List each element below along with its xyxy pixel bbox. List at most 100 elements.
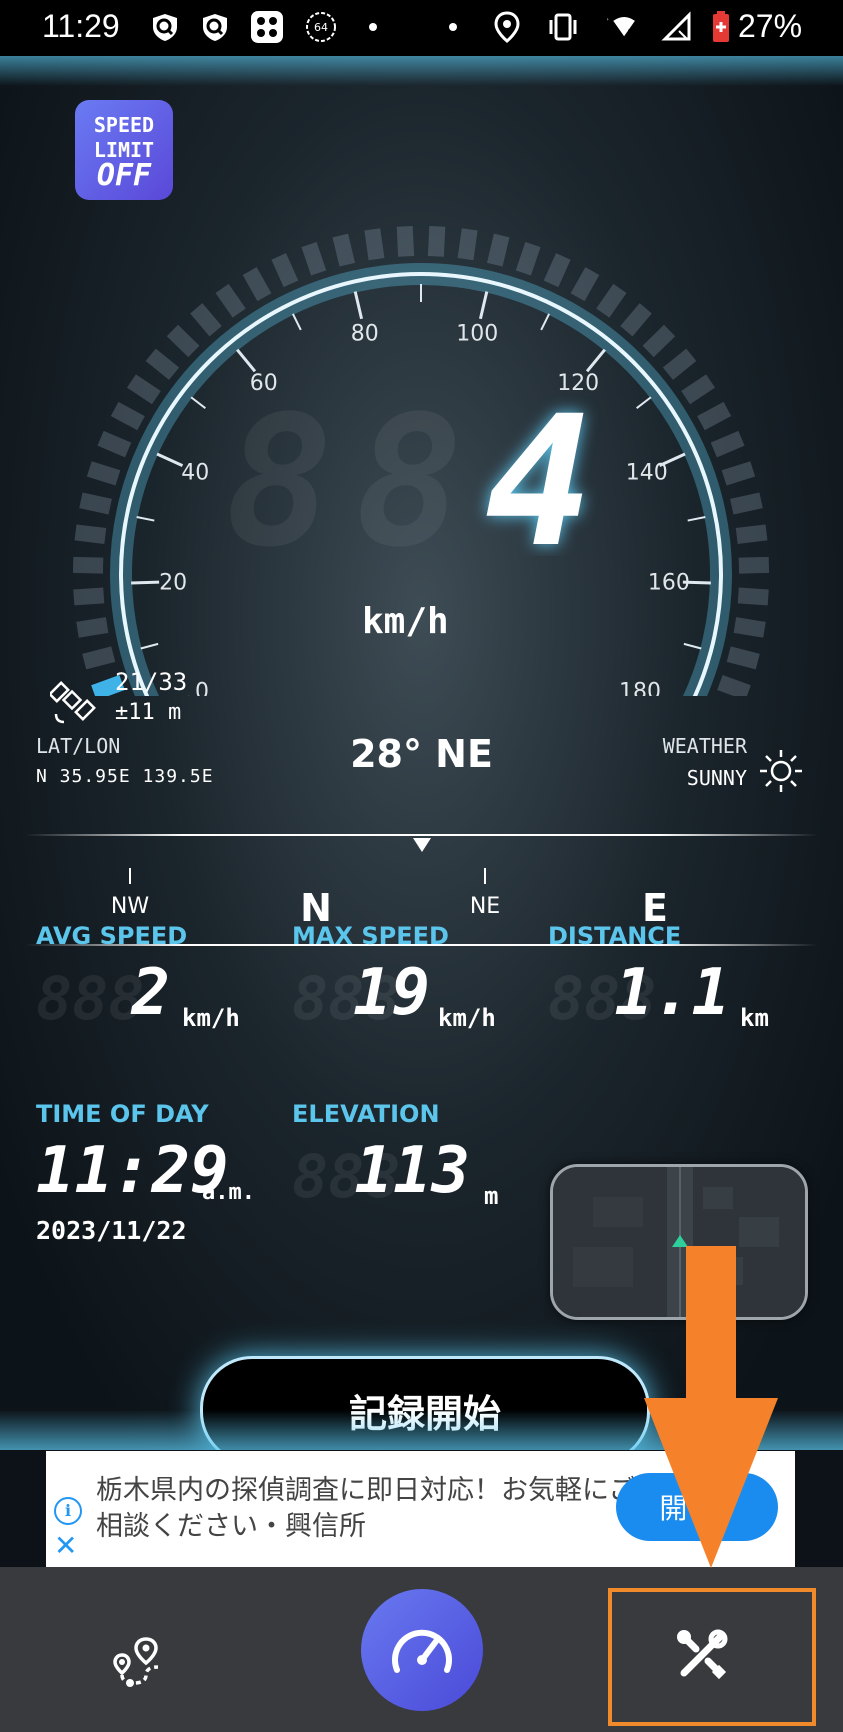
date-value: 2023/11/22: [36, 1216, 187, 1245]
gauge-tick: [156, 452, 184, 467]
dot-icon: [356, 10, 390, 44]
compass-tick: [129, 868, 131, 884]
speed-64-icon: 64: [304, 10, 338, 44]
current-speed-value: 4: [485, 396, 593, 556]
gauge-segment: [662, 348, 697, 380]
avg-speed-value: 2: [131, 956, 170, 1030]
gauge-tick-label: 100: [456, 321, 498, 346]
gauge-tick: [140, 642, 159, 650]
max-speed-label: MAX SPEED: [292, 922, 449, 950]
gauge-segment: [735, 524, 768, 544]
gauge-tick-label: 40: [181, 460, 209, 485]
satellite-count: 21/33: [115, 668, 188, 696]
gauge-segment: [166, 324, 200, 358]
gauge-segment: [301, 241, 327, 276]
battery-icon: [704, 10, 738, 44]
gauge-segment: [271, 253, 299, 288]
signal-icon: [660, 10, 694, 44]
battery-percent: 27%: [738, 8, 803, 44]
gauge-tick: [236, 348, 257, 373]
gauge-segment: [737, 587, 769, 606]
gauge-tick-label: 0: [195, 679, 209, 696]
max-speed-unit: km/h: [438, 1004, 496, 1032]
gauge-tick: [353, 291, 364, 320]
elevation-label: ELEVATION: [292, 1100, 440, 1128]
time-of-day-unit: a.m.: [202, 1180, 255, 1205]
gauge-segment: [364, 228, 385, 261]
elevation-unit: m: [484, 1182, 499, 1210]
gauge-tick: [683, 642, 702, 650]
gauge-tick: [478, 291, 489, 320]
gauge-segment: [710, 430, 745, 458]
wifi-icon: 5: [604, 10, 638, 44]
gauge-segment: [721, 461, 756, 486]
gauge-tick-label: 140: [626, 460, 668, 485]
svg-text:64: 64: [314, 21, 328, 34]
gauge-segment: [738, 556, 770, 574]
speed-unit: km/h: [362, 601, 449, 642]
dot-icon: [436, 10, 470, 44]
gauge-tick-label: 120: [557, 371, 599, 396]
gauge-segment: [145, 348, 180, 380]
speed-ghost-digit: 8: [225, 396, 333, 556]
distance-unit: km: [740, 1004, 769, 1032]
compass-tick: [484, 868, 486, 884]
gauge-segment: [697, 401, 732, 431]
gauge-segment: [82, 646, 116, 670]
ad-close-icon[interactable]: ✕: [54, 1529, 77, 1562]
gauge-segment: [427, 226, 446, 257]
speed-ghost-digit: 8: [355, 396, 463, 556]
gauge-tick-label: 180: [619, 679, 661, 696]
gauge-segment: [97, 430, 132, 458]
gauge-segment: [215, 283, 246, 318]
gauge-tick-label: 60: [250, 371, 278, 396]
start-recording-button[interactable]: 記録開始: [200, 1356, 650, 1450]
gauge-tick: [636, 396, 652, 410]
gauge-tick: [291, 313, 302, 331]
gauge-segment: [73, 587, 105, 606]
gauge-tick-label: 20: [159, 571, 187, 596]
status-bar: 11:29 64 5 27%: [0, 0, 843, 56]
ad-info-icon[interactable]: i: [54, 1497, 82, 1525]
compass-label-ne: NE: [469, 894, 501, 919]
avg-speed-unit: km/h: [182, 1004, 240, 1032]
distance-label: DISTANCE: [548, 922, 682, 950]
gauge-segment: [570, 267, 600, 302]
gauge-segment: [515, 241, 541, 276]
status-time: 11:29: [42, 8, 120, 44]
gauge-tick: [540, 313, 551, 331]
time-of-day-label: TIME OF DAY: [36, 1100, 209, 1128]
shield-search-icon: [148, 10, 182, 44]
gauge-tick: [136, 516, 155, 522]
gauge-segment: [486, 233, 510, 267]
orange-arrow-icon: [644, 1246, 778, 1568]
gauge-segment: [726, 646, 760, 670]
gauge-segment: [332, 233, 356, 267]
gauge-segment: [76, 617, 109, 638]
speed-gauge: 0 20 40 60 80 100 120 140 160 180: [72, 226, 770, 696]
gauge-segment: [543, 253, 571, 288]
speedometer-nav-button[interactable]: [361, 1589, 483, 1711]
shield-search-icon: [198, 10, 232, 44]
weather-label: WEATHER: [662, 734, 747, 758]
gauge-segment: [596, 283, 627, 318]
gauge-tick: [190, 396, 206, 410]
gauge-segment: [86, 461, 121, 486]
ad-text: 栃木県内の探偵調査に即日対応！お気軽にご相談ください・興信所: [96, 1475, 636, 1542]
distance-value: 1.1: [614, 956, 730, 1030]
max-speed-value: 19: [352, 956, 430, 1030]
compass-strip: NW N NE E: [0, 786, 843, 946]
gauge-segment: [642, 324, 676, 358]
highlight-box: [608, 1588, 816, 1726]
gauge-segment: [681, 374, 716, 405]
elevation-value: 113: [354, 1134, 470, 1208]
gauge-segment: [74, 524, 107, 544]
svg-text:5: 5: [627, 28, 633, 39]
location-icon: [490, 10, 524, 44]
gauge-segment: [110, 401, 145, 431]
gauge-segment: [730, 492, 763, 515]
app-grid-icon: [250, 10, 284, 44]
route-icon[interactable]: [112, 1635, 168, 1693]
gauge-segment: [79, 492, 112, 515]
satellite-icon: [48, 678, 98, 730]
